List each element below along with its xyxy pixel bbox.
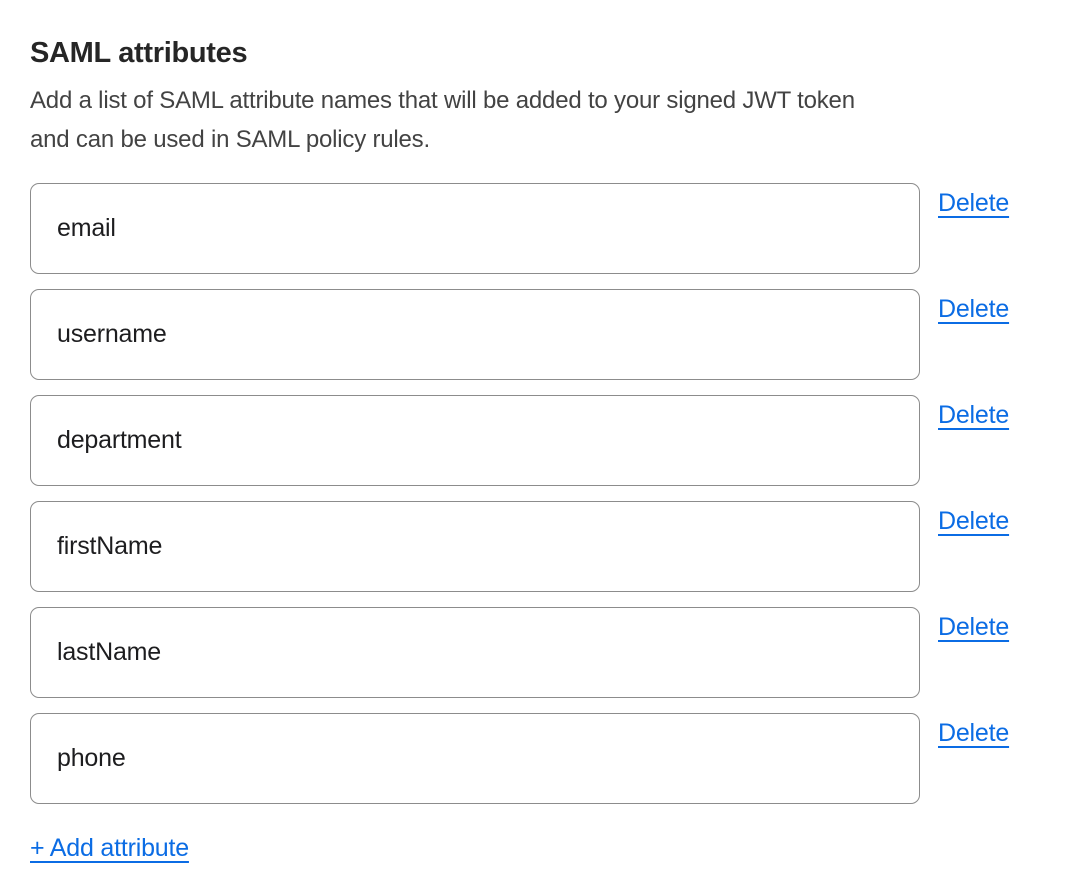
attribute-rows: Delete Delete Delete Delete Delete Delet… bbox=[30, 183, 1023, 804]
delete-link[interactable]: Delete bbox=[938, 188, 1009, 218]
delete-link[interactable]: Delete bbox=[938, 294, 1009, 324]
attribute-input-department[interactable] bbox=[30, 395, 920, 486]
delete-link[interactable]: Delete bbox=[938, 400, 1009, 430]
delete-link[interactable]: Delete bbox=[938, 506, 1009, 536]
attribute-row: Delete bbox=[30, 289, 1023, 380]
delete-link[interactable]: Delete bbox=[938, 612, 1009, 642]
attribute-row: Delete bbox=[30, 183, 1023, 274]
attribute-row: Delete bbox=[30, 713, 1023, 804]
attribute-row: Delete bbox=[30, 607, 1023, 698]
section-description-line-2: and can be used in SAML policy rules. bbox=[30, 120, 1023, 159]
section-description: Add a list of SAML attribute names that … bbox=[30, 81, 1023, 159]
section-description-line-1: Add a list of SAML attribute names that … bbox=[30, 81, 1023, 120]
attribute-input-phone[interactable] bbox=[30, 713, 920, 804]
delete-link[interactable]: Delete bbox=[938, 718, 1009, 748]
attribute-input-username[interactable] bbox=[30, 289, 920, 380]
attribute-input-firstname[interactable] bbox=[30, 501, 920, 592]
section-title: SAML attributes bbox=[30, 38, 1023, 68]
attribute-row: Delete bbox=[30, 395, 1023, 486]
add-attribute-link[interactable]: + Add attribute bbox=[30, 833, 189, 863]
attribute-input-lastname[interactable] bbox=[30, 607, 920, 698]
attribute-row: Delete bbox=[30, 501, 1023, 592]
attribute-input-email[interactable] bbox=[30, 183, 920, 274]
saml-attributes-section: SAML attributes Add a list of SAML attri… bbox=[0, 0, 1066, 863]
